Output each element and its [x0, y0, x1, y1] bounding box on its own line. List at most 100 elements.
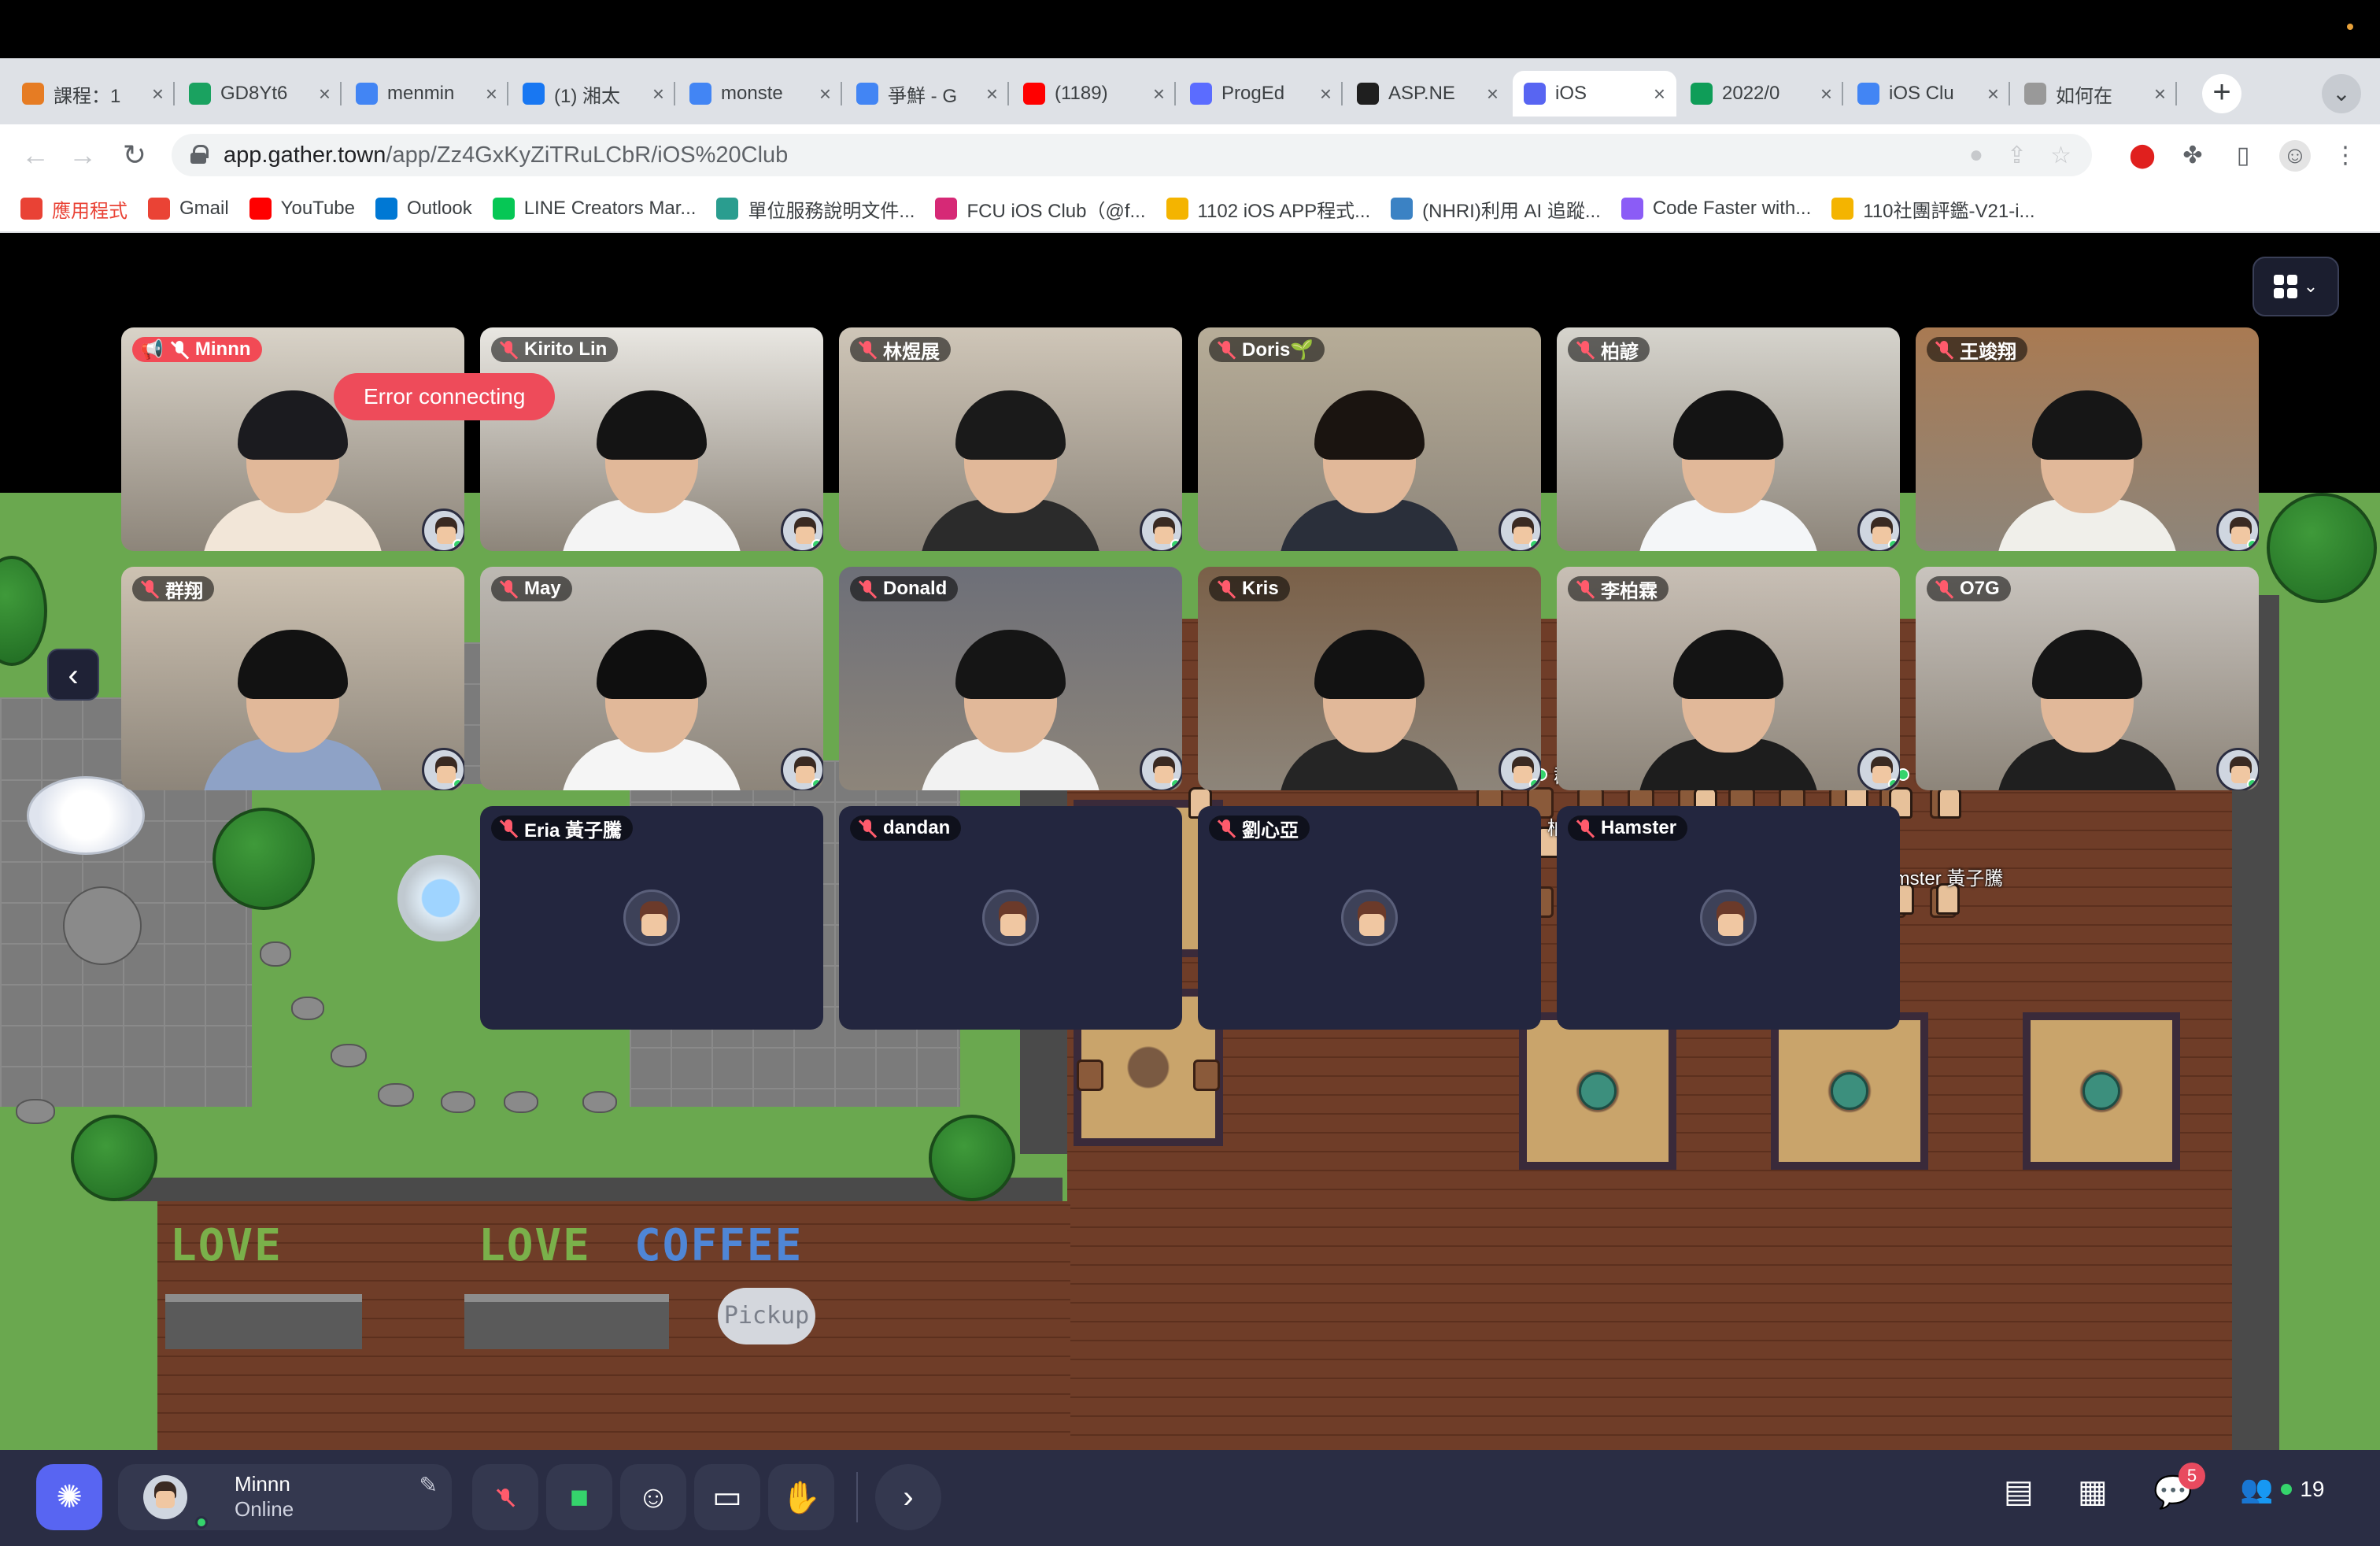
gather-bottom-bar: ✺ Minnn Online ✎ ■ ☺ ▭ ✋ › ▤ ▦ 💬 5 👥 19: [0, 1450, 2380, 1546]
video-tile[interactable]: Donald: [839, 567, 1182, 790]
close-tab-icon[interactable]: ×: [1820, 82, 1832, 106]
chevron-down-icon: ⌄: [2303, 276, 2319, 296]
tab-title: 課程：1: [54, 85, 121, 107]
mic-off-icon: [496, 1488, 515, 1507]
layout-toggle-button[interactable]: ⌄: [2252, 257, 2339, 316]
profile-card[interactable]: Minnn Online ✎: [118, 1464, 452, 1530]
browser-tab[interactable]: iOS ×: [1513, 71, 1676, 117]
online-dot: [1170, 539, 1181, 550]
close-tab-icon[interactable]: ×: [319, 82, 331, 106]
announcement-button[interactable]: ▤: [2004, 1474, 2034, 1510]
bookmark-item[interactable]: FCU iOS Club（@f...: [935, 195, 1146, 223]
tab-search-button[interactable]: ⌄: [2322, 74, 2361, 113]
tab-title: monste: [721, 83, 783, 104]
collapse-videos-button[interactable]: ‹: [47, 649, 99, 701]
video-tile[interactable]: 林煜展: [839, 327, 1182, 551]
browser-tab[interactable]: ASP.NE ×: [1346, 71, 1510, 117]
video-tile[interactable]: dandan: [839, 806, 1182, 1030]
edit-pencil-icon[interactable]: ✎: [419, 1472, 438, 1498]
bookmark-item[interactable]: YouTube: [249, 198, 355, 220]
close-tab-icon[interactable]: ×: [986, 82, 998, 106]
video-tile[interactable]: 柏諺: [1557, 327, 1900, 551]
stone-well: [63, 886, 142, 965]
new-tab-button[interactable]: +: [2202, 74, 2241, 113]
video-tile[interactable]: 群翔: [121, 567, 464, 790]
browser-tab[interactable]: monste ×: [678, 71, 842, 117]
video-tile[interactable]: Eria 黃子騰: [480, 806, 823, 1030]
camera-icon[interactable]: ●: [1969, 142, 1983, 169]
extensions-puzzle-icon[interactable]: ✤: [2177, 140, 2208, 172]
browser-tab[interactable]: (1) 湘太 ×: [512, 71, 675, 117]
close-tab-icon[interactable]: ×: [152, 82, 164, 106]
participant-name-label: Kris: [1209, 576, 1290, 601]
participant-name-label: 李柏霖: [1568, 576, 1669, 602]
bookmark-item[interactable]: 應用程式: [20, 195, 128, 223]
raise-hand-button[interactable]: ✋: [768, 1464, 834, 1530]
reload-button[interactable]: ↻: [115, 135, 154, 175]
screen-share-button[interactable]: ▭: [694, 1464, 760, 1530]
profile-avatar-icon[interactable]: ☺: [2279, 140, 2311, 172]
browser-tab[interactable]: GD8Yt6 ×: [178, 71, 342, 117]
video-tile[interactable]: 王竣翔: [1916, 327, 2259, 551]
close-tab-icon[interactable]: ×: [1320, 82, 1332, 106]
emote-button[interactable]: ☺: [620, 1464, 686, 1530]
player-avatar[interactable]: [1938, 787, 1961, 819]
avatar: [1140, 509, 1182, 551]
online-dot: [2281, 1484, 2293, 1495]
browser-tab[interactable]: (1189) ×: [1012, 71, 1176, 117]
tab-title: ASP.NE: [1388, 83, 1455, 104]
address-bar[interactable]: app.gather.town/app/Zz4GxKyZiTRuLCbR/iOS…: [172, 134, 2092, 176]
bookmark-item[interactable]: 1102 iOS APP程式...: [1166, 195, 1370, 223]
tab-title: menmin: [387, 83, 455, 104]
bookmark-item[interactable]: Code Faster with...: [1621, 198, 1811, 220]
participant-video: [1279, 386, 1460, 551]
video-tile[interactable]: Doris🌱: [1198, 327, 1541, 551]
mute-mic-button[interactable]: [472, 1464, 538, 1530]
bookmark-item[interactable]: 單位服務說明文件...: [716, 195, 915, 223]
close-tab-icon[interactable]: ×: [1487, 82, 1499, 106]
back-button[interactable]: ←: [16, 135, 55, 175]
share-icon[interactable]: ⇪: [2007, 142, 2027, 169]
bookmark-item[interactable]: Gmail: [148, 198, 229, 220]
camera-button[interactable]: ■: [546, 1464, 612, 1530]
video-tile[interactable]: 李柏霖: [1557, 567, 1900, 790]
bookmark-item[interactable]: Outlook: [375, 198, 472, 220]
browser-tab[interactable]: menmin ×: [345, 71, 508, 117]
browser-tab[interactable]: ProgEd ×: [1179, 71, 1343, 117]
close-tab-icon[interactable]: ×: [652, 82, 664, 106]
user-avatar: [143, 1475, 187, 1519]
video-tile[interactable]: Kris: [1198, 567, 1541, 790]
gather-logo-button[interactable]: ✺: [36, 1464, 102, 1530]
hand-icon: ✋: [782, 1480, 821, 1515]
video-tile[interactable]: Hamster: [1557, 806, 1900, 1030]
video-tile[interactable]: O7G: [1916, 567, 2259, 790]
browser-tab[interactable]: 課程：1 ×: [11, 71, 175, 117]
close-tab-icon[interactable]: ×: [486, 82, 497, 106]
side-panel-icon[interactable]: ▯: [2227, 140, 2259, 172]
forward-button[interactable]: →: [63, 135, 102, 175]
close-tab-icon[interactable]: ×: [2154, 82, 2166, 106]
calendar-button[interactable]: ▦: [2078, 1474, 2108, 1510]
video-tile[interactable]: Kirito Lin: [480, 327, 823, 551]
opera-extension-icon[interactable]: ⬤: [2127, 140, 2158, 172]
bookmark-item[interactable]: LINE Creators Mar...: [492, 198, 696, 220]
bookmark-item[interactable]: (NHRI)利用 AI 追蹤...: [1391, 195, 1601, 223]
browser-tab[interactable]: 爭鮮 - G ×: [845, 71, 1009, 117]
video-tile[interactable]: 📢 Minnn: [121, 327, 464, 551]
avatar: [1700, 890, 1757, 946]
star-icon[interactable]: ☆: [2050, 142, 2071, 169]
close-tab-icon[interactable]: ×: [1153, 82, 1165, 106]
participants-button[interactable]: 👥 19: [2240, 1474, 2325, 1505]
video-tile[interactable]: 劉心亞: [1198, 806, 1541, 1030]
bookmark-item[interactable]: 110社團評鑑-V21-i...: [1831, 195, 2035, 223]
close-tab-icon[interactable]: ×: [1987, 82, 1999, 106]
menu-kebab-icon[interactable]: ⋮: [2330, 140, 2361, 172]
close-tab-icon[interactable]: ×: [819, 82, 831, 106]
expand-menu-button[interactable]: ›: [875, 1464, 941, 1530]
video-tile[interactable]: May: [480, 567, 823, 790]
love-sign-2: LOVE: [479, 1220, 591, 1271]
close-tab-icon[interactable]: ×: [1654, 82, 1665, 106]
browser-tab[interactable]: iOS Clu ×: [1846, 71, 2010, 117]
browser-tab[interactable]: 2022/0 ×: [1680, 71, 1843, 117]
browser-tab[interactable]: 如何在 ×: [2013, 71, 2177, 117]
